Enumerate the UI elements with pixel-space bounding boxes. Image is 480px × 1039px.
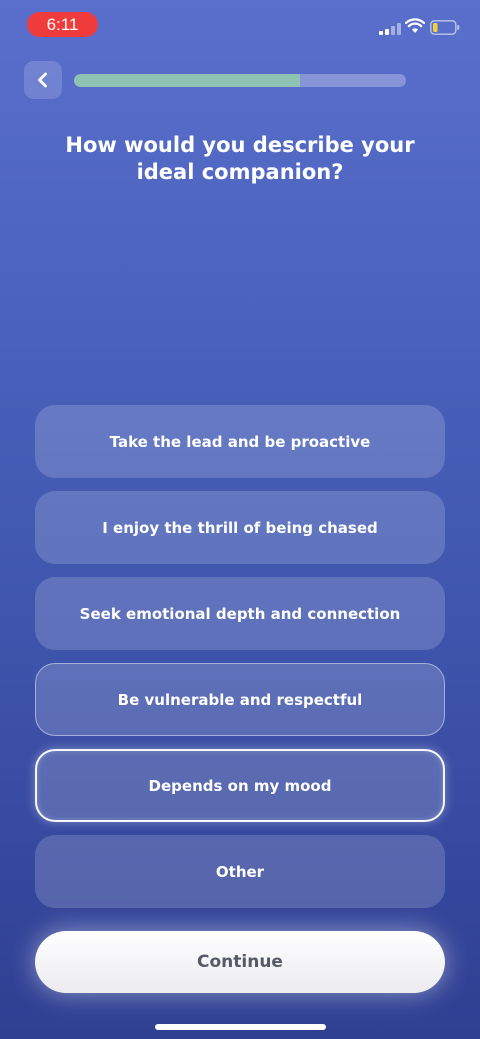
- option-depends-on-mood[interactable]: Depends on my mood: [35, 749, 445, 822]
- option-thrill-of-being-chased[interactable]: I enjoy the thrill of being chased: [35, 491, 445, 564]
- option-emotional-depth[interactable]: Seek emotional depth and connection: [35, 577, 445, 650]
- option-take-the-lead[interactable]: Take the lead and be proactive: [35, 405, 445, 478]
- option-vulnerable-respectful[interactable]: Be vulnerable and respectful: [35, 663, 445, 736]
- progress-fill: [74, 74, 300, 87]
- status-time: 6:11: [27, 12, 98, 37]
- home-indicator[interactable]: [155, 1024, 326, 1030]
- wifi-icon: [405, 18, 425, 33]
- status-bar: 6:11: [0, 0, 480, 50]
- option-other[interactable]: Other: [35, 835, 445, 908]
- question-title: How would you describe your ideal compan…: [40, 132, 440, 186]
- battery-icon: [430, 20, 460, 35]
- back-button[interactable]: [24, 61, 62, 99]
- question-line-1: How would you describe your: [65, 133, 415, 157]
- options-list: Take the lead and be proactive I enjoy t…: [35, 405, 445, 921]
- question-line-2: ideal companion?: [136, 160, 344, 184]
- signal-icon: [379, 23, 401, 35]
- chevron-left-icon: [38, 72, 47, 88]
- progress-bar: [74, 74, 406, 87]
- continue-button[interactable]: Continue: [35, 931, 445, 993]
